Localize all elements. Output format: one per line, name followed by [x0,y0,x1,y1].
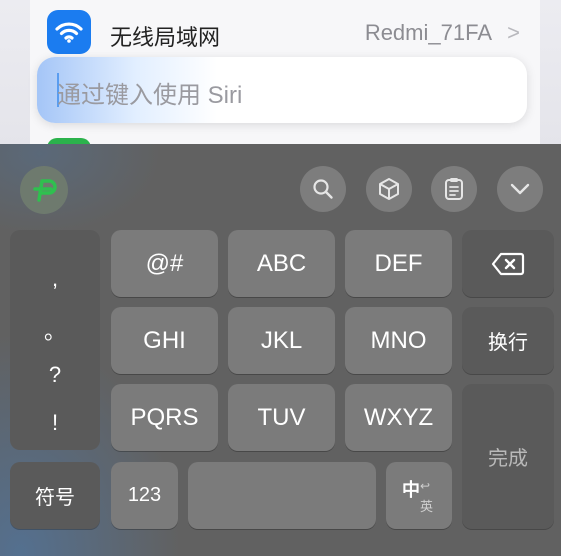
key-tuv[interactable]: TUV [228,384,335,451]
backspace-button[interactable] [462,230,554,297]
key-mno[interactable]: MNO [345,307,452,374]
key-pqrs[interactable]: PQRS [111,384,218,451]
newline-button[interactable]: 换行 [462,307,554,374]
symbols-button[interactable]: 符号 [10,462,100,529]
space-bar[interactable] [188,462,376,529]
chevron-down-icon[interactable] [497,166,543,212]
chevron-right-icon: > [507,20,520,45]
cube-icon[interactable] [366,166,412,212]
search-icon[interactable] [300,166,346,212]
punct-period-key[interactable]: 。 [10,314,100,346]
key-jkl[interactable]: JKL [228,307,335,374]
siri-placeholder: 通过键入使用 Siri [57,82,243,109]
backspace-icon [491,252,525,275]
p-logo-icon[interactable] [20,166,68,214]
wifi-icon [47,10,91,54]
key-symbols-at[interactable]: @# [111,230,218,297]
switch-arrow-icon: ↩ [420,479,431,493]
key-def[interactable]: DEF [345,230,452,297]
punct-exclaim-key[interactable]: ! [10,410,100,436]
key-ghi[interactable]: GHI [111,307,218,374]
keyboard: , 。 ? ! @# ABC DEF GHI JKL MNO 换行 PQRS T… [0,144,561,556]
key-wxyz[interactable]: WXYZ [345,384,452,451]
wifi-label: 无线局域网 [110,25,221,50]
siri-input[interactable]: 通过键入使用 Siri [37,57,527,123]
punct-comma-key[interactable]: , [10,266,100,292]
punctuation-column: , 。 ? ! [10,230,100,450]
wifi-row[interactable]: 无线局域网 Redmi_71FA > [30,0,540,64]
numbers-button[interactable]: 123 [111,462,178,529]
punct-question-key[interactable]: ? [10,362,100,388]
lang-en-label: 英 [420,499,434,514]
language-switch-button[interactable]: 中 ↩ 英 [386,462,452,529]
wifi-network-name: Redmi_71FA [364,20,492,45]
clipboard-icon[interactable] [431,166,477,212]
lang-zh-label: 中 [402,480,420,500]
done-button[interactable]: 完成 [462,384,554,529]
key-abc[interactable]: ABC [228,230,335,297]
